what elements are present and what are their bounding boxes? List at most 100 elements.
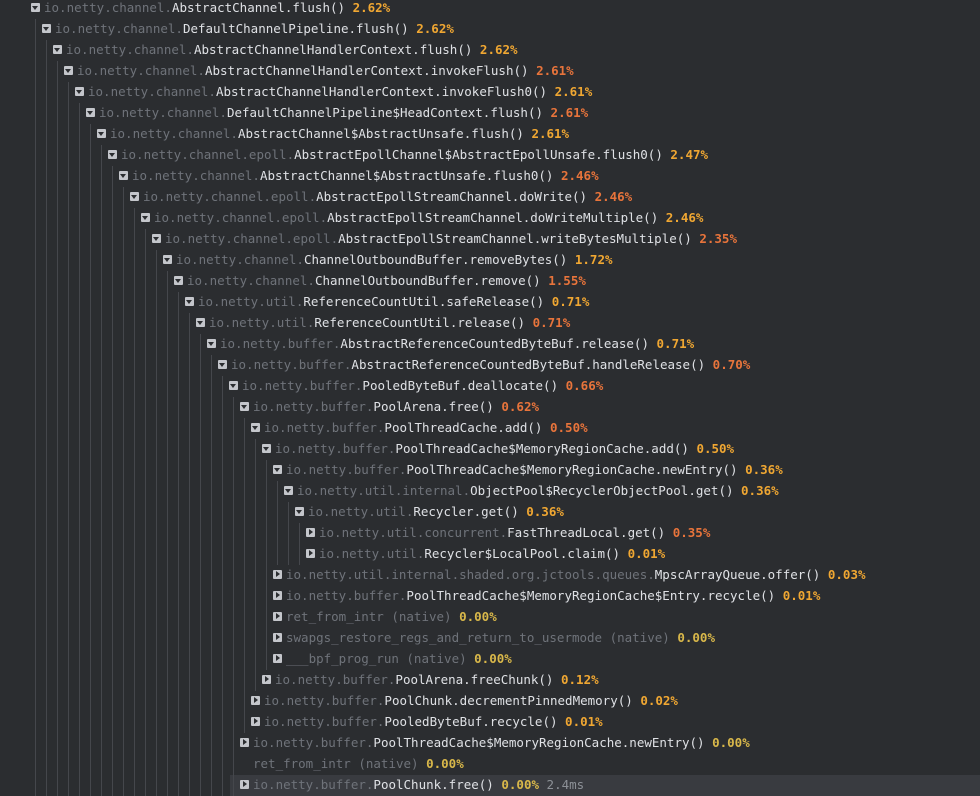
tree-row[interactable]: io.netty.channel.epoll.AbstractEpollStre… (0, 187, 980, 208)
indent-guide (200, 334, 201, 355)
tree-row[interactable]: io.netty.buffer.PoolThreadCache$MemoryRe… (0, 733, 980, 754)
collapse-toggle-icon[interactable] (152, 234, 161, 243)
tree-row[interactable]: io.netty.util.Recycler$LocalPool.claim()… (0, 544, 980, 565)
tree-row[interactable]: io.netty.util.ReferenceCountUtil.safeRel… (0, 292, 980, 313)
indent-guide (189, 649, 190, 670)
indent-guide (178, 649, 179, 670)
tree-row[interactable]: io.netty.util.concurrent.FastThreadLocal… (0, 523, 980, 544)
collapse-toggle-icon[interactable] (185, 297, 194, 306)
tree-row[interactable]: ret_from_intr (native) 0.00% (0, 754, 980, 775)
indent-guide (46, 565, 47, 586)
collapse-toggle-icon[interactable] (218, 360, 227, 369)
tree-row[interactable]: io.netty.buffer.AbstractReferenceCounted… (0, 355, 980, 376)
collapse-toggle-icon[interactable] (42, 24, 51, 33)
tree-row[interactable]: io.netty.channel.AbstractChannelHandlerC… (0, 82, 980, 103)
tree-row[interactable]: io.netty.channel.epoll.AbstractEpollStre… (0, 208, 980, 229)
tree-row[interactable]: io.netty.channel.ChannelOutboundBuffer.r… (0, 250, 980, 271)
tree-row[interactable]: io.netty.channel.AbstractChannel$Abstrac… (0, 124, 980, 145)
tree-row[interactable]: io.netty.channel.AbstractChannel.flush()… (0, 0, 980, 19)
indent-guide (211, 523, 212, 544)
collapse-toggle-icon[interactable] (284, 486, 293, 495)
tree-row[interactable]: io.netty.util.ReferenceCountUtil.release… (0, 313, 980, 334)
tree-row[interactable]: io.netty.buffer.PoolThreadCache$MemoryRe… (0, 586, 980, 607)
tree-row[interactable]: io.netty.buffer.PoolArena.freeChunk() 0.… (0, 670, 980, 691)
indent-guide (101, 712, 102, 733)
tree-row[interactable]: ret_from_intr (native) 0.00% (0, 607, 980, 628)
tree-row[interactable]: io.netty.buffer.PooledByteBuf.deallocate… (0, 376, 980, 397)
tree-row[interactable]: io.netty.util.Recycler.get() 0.36% (0, 502, 980, 523)
tree-row[interactable]: io.netty.buffer.PoolThreadCache$MemoryRe… (0, 439, 980, 460)
tree-row[interactable]: io.netty.buffer.PoolThreadCache$MemoryRe… (0, 460, 980, 481)
indent-guide (79, 418, 80, 439)
tree-row[interactable]: io.netty.channel.epoll.AbstractEpollStre… (0, 229, 980, 250)
indent-guide (277, 523, 278, 544)
indent-guide (200, 523, 201, 544)
tree-row[interactable]: io.netty.channel.ChannelOutboundBuffer.r… (0, 271, 980, 292)
frame-package: io.netty.buffer. (253, 399, 374, 414)
collapse-toggle-icon[interactable] (86, 108, 95, 117)
expand-toggle-icon[interactable] (306, 549, 315, 558)
tree-row[interactable]: io.netty.buffer.PooledByteBuf.recycle() … (0, 712, 980, 733)
indent-guide (46, 544, 47, 565)
expand-toggle-icon[interactable] (251, 717, 260, 726)
tree-row[interactable]: ___bpf_prog_run (native) 0.00% (0, 649, 980, 670)
indent-guide (101, 271, 102, 292)
collapse-toggle-icon[interactable] (53, 45, 62, 54)
tree-row[interactable]: io.netty.channel.AbstractChannel$Abstrac… (0, 166, 980, 187)
collapse-toggle-icon[interactable] (262, 444, 271, 453)
frame-package: io.netty.channel. (66, 42, 194, 57)
collapse-toggle-icon[interactable] (64, 66, 73, 75)
collapse-toggle-icon[interactable] (119, 171, 128, 180)
tree-row[interactable]: io.netty.channel.AbstractChannelHandlerC… (0, 40, 980, 61)
collapse-toggle-icon[interactable] (75, 87, 84, 96)
tree-row[interactable]: io.netty.buffer.AbstractReferenceCounted… (0, 334, 980, 355)
expand-toggle-icon[interactable] (306, 528, 315, 537)
collapse-toggle-icon[interactable] (174, 276, 183, 285)
indent-guide (35, 61, 36, 82)
expand-toggle-icon[interactable] (273, 654, 282, 663)
expand-toggle-icon[interactable] (273, 591, 282, 600)
collapse-toggle-icon[interactable] (207, 339, 216, 348)
expand-toggle-icon[interactable] (273, 570, 282, 579)
expand-toggle-icon[interactable] (251, 696, 260, 705)
tree-row[interactable]: io.netty.buffer.PoolChunk.decrementPinne… (0, 691, 980, 712)
tree-row[interactable]: io.netty.channel.DefaultChannelPipeline$… (0, 103, 980, 124)
indent-guide (189, 733, 190, 754)
expand-toggle-icon[interactable] (240, 738, 249, 747)
collapse-toggle-icon[interactable] (130, 192, 139, 201)
collapse-toggle-icon[interactable] (240, 402, 249, 411)
tree-row[interactable]: io.netty.util.internal.ObjectPool$Recycl… (0, 481, 980, 502)
collapse-toggle-icon[interactable] (97, 129, 106, 138)
collapse-toggle-icon[interactable] (229, 381, 238, 390)
tree-row[interactable]: io.netty.channel.DefaultChannelPipeline.… (0, 19, 980, 40)
collapse-toggle-icon[interactable] (196, 318, 205, 327)
collapse-toggle-icon[interactable] (251, 423, 260, 432)
collapse-toggle-icon[interactable] (108, 150, 117, 159)
frame-method: AbstractEpollChannel$AbstractEpollUnsafe… (294, 147, 663, 162)
tree-row[interactable]: io.netty.buffer.PoolArena.free() 0.62% (0, 397, 980, 418)
tree-row[interactable]: io.netty.util.internal.shaded.org.jctool… (0, 565, 980, 586)
collapse-toggle-icon[interactable] (163, 255, 172, 264)
indent-guide (112, 754, 113, 775)
tree-row[interactable]: io.netty.channel.epoll.AbstractEpollChan… (0, 145, 980, 166)
indent-guide (90, 166, 91, 187)
expand-toggle-icon[interactable] (262, 675, 271, 684)
tree-row[interactable]: io.netty.channel.AbstractChannelHandlerC… (0, 61, 980, 82)
indent-guide (145, 460, 146, 481)
tree-row[interactable]: io.netty.buffer.PoolThreadCache.add() 0.… (0, 418, 980, 439)
expand-toggle-icon[interactable] (240, 780, 249, 789)
frame-percent: 0.36% (741, 483, 779, 498)
indent-guide (46, 103, 47, 124)
indent-guide (145, 544, 146, 565)
collapse-toggle-icon[interactable] (31, 3, 40, 12)
expand-toggle-icon[interactable] (273, 633, 282, 642)
expand-toggle-icon[interactable] (273, 612, 282, 621)
indent-guide (233, 502, 234, 523)
indent-guide (90, 271, 91, 292)
indent-guide (123, 397, 124, 418)
collapse-toggle-icon[interactable] (141, 213, 150, 222)
indent-guide (178, 502, 179, 523)
collapse-toggle-icon[interactable] (273, 465, 282, 474)
tree-row[interactable]: swapgs_restore_regs_and_return_to_usermo… (0, 628, 980, 649)
collapse-toggle-icon[interactable] (295, 507, 304, 516)
